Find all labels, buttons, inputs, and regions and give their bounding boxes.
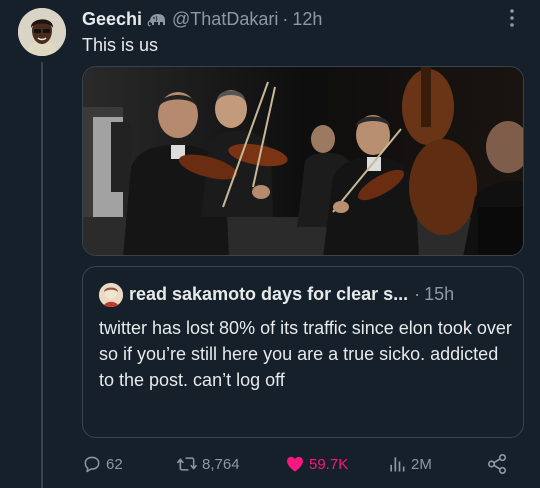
- tweet-time[interactable]: 12h: [292, 8, 322, 30]
- separator-dot: ·: [282, 9, 289, 29]
- retweet-icon: [177, 457, 197, 471]
- reply-button[interactable]: 62: [82, 452, 123, 476]
- reply-count: 62: [106, 455, 123, 473]
- share-icon: [487, 454, 507, 474]
- quote-separator-dot: ·: [414, 283, 421, 304]
- action-bar: 62 8,764 59.7K 2M: [82, 452, 512, 476]
- quote-avatar[interactable]: [99, 283, 123, 307]
- tweet-header: Geechi @ThatDakari · 12h: [82, 8, 524, 30]
- like-count: 59.7K: [309, 455, 349, 473]
- like-button[interactable]: 59.7K: [285, 452, 348, 476]
- share-button[interactable]: [486, 452, 512, 476]
- user-handle[interactable]: @ThatDakari: [172, 8, 278, 30]
- quote-time[interactable]: 15h: [424, 284, 454, 305]
- elephant-icon: [147, 11, 167, 27]
- retweet-count: 8,764: [202, 455, 240, 473]
- views-button[interactable]: 2M: [387, 452, 432, 476]
- tweet-text: This is us: [82, 35, 159, 55]
- views-count: 2M: [411, 455, 432, 473]
- avatar[interactable]: [18, 8, 66, 56]
- reply-icon: [84, 456, 100, 473]
- heart-icon: [287, 456, 303, 472]
- retweet-button[interactable]: 8,764: [176, 452, 240, 476]
- quote-text: twitter has lost 80% of its traffic sinc…: [99, 318, 512, 390]
- display-name[interactable]: Geechi: [82, 8, 142, 30]
- tweet-media-image[interactable]: [82, 66, 524, 256]
- quote-tweet-card[interactable]: read sakamoto days for clear s... · 15h …: [82, 266, 524, 438]
- quote-header: read sakamoto days for clear s... · 15h: [129, 281, 509, 307]
- more-dots-icon: [510, 9, 514, 27]
- more-options-button[interactable]: [502, 8, 522, 28]
- thread-line: [41, 62, 43, 488]
- views-chart-icon: [390, 457, 405, 472]
- quote-display-name[interactable]: read sakamoto days for clear s...: [129, 284, 408, 305]
